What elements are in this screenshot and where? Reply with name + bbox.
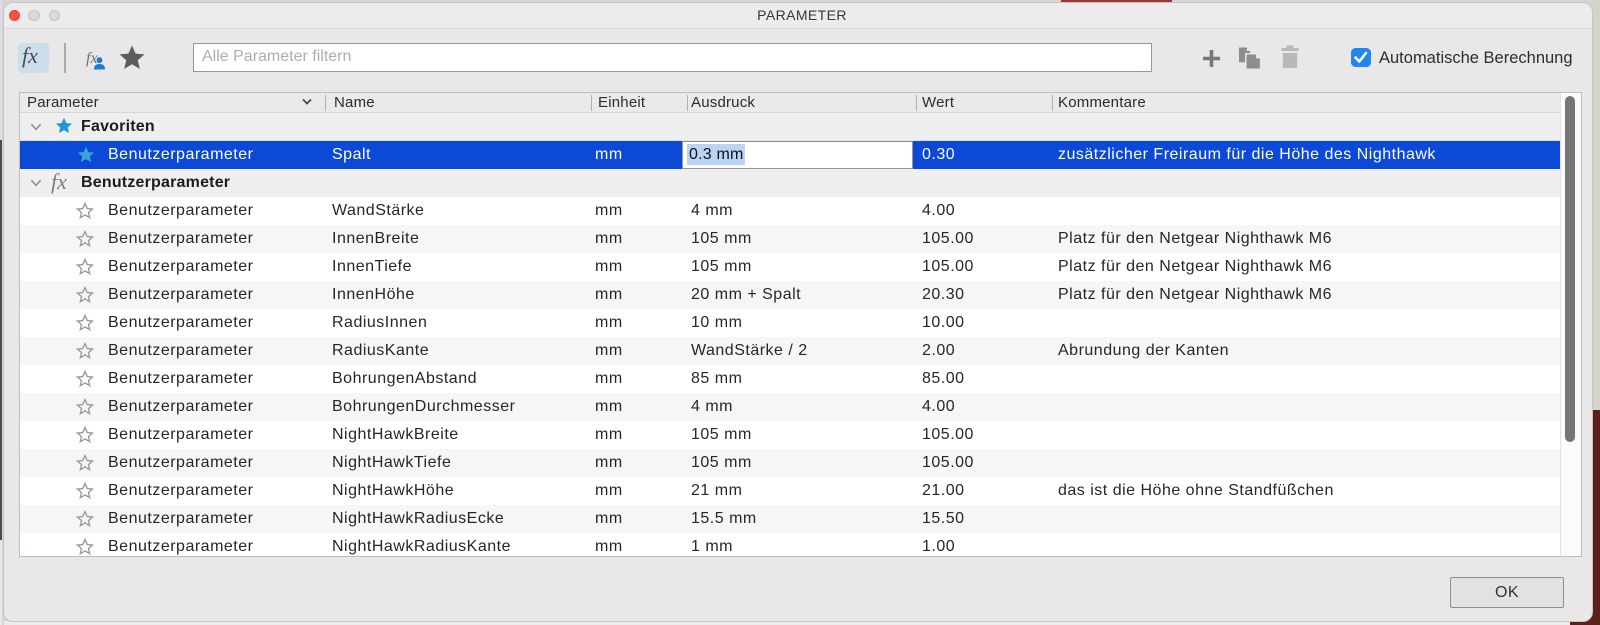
svg-text:fx: fx bbox=[51, 170, 67, 194]
svg-text:fx: fx bbox=[86, 50, 98, 67]
